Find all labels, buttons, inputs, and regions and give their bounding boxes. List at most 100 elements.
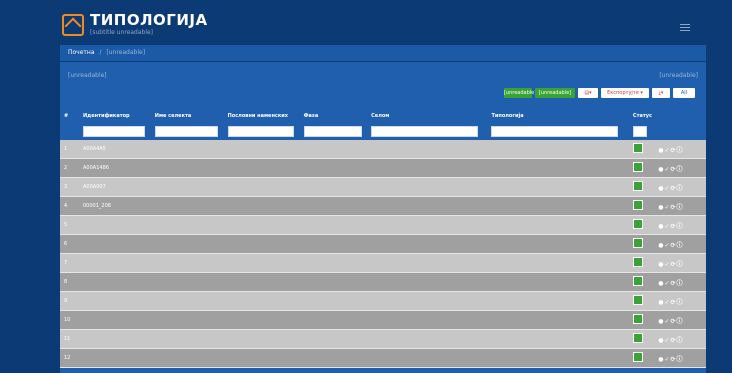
cell-name <box>150 196 224 216</box>
cell-typology <box>487 234 629 254</box>
app-title: ТИПОЛОГИЈА <box>90 11 208 29</box>
logo-icon <box>62 14 84 36</box>
columns-toggle-button[interactable]: ▤▾ <box>578 88 598 98</box>
cell-owner <box>223 158 300 178</box>
record-count: [unreadable] <box>659 72 698 79</box>
status-icon <box>632 181 643 191</box>
table-row[interactable]: 12 ●✓⟳ⓘ <box>60 348 706 368</box>
row-actions[interactable]: ●✓⟳ⓘ <box>654 215 706 235</box>
filter-input-typology[interactable] <box>491 125 618 137</box>
cell-identifier <box>79 291 151 311</box>
column-header[interactable]: # <box>60 110 79 122</box>
status-icon <box>632 200 643 210</box>
filter-input-id[interactable] <box>83 125 146 137</box>
cell-identifier: A00A1486 <box>79 158 151 178</box>
row-actions[interactable]: ●✓⟳ⓘ <box>654 329 706 349</box>
table-row[interactable]: 9 ●✓⟳ⓘ <box>60 291 706 311</box>
status-cell <box>628 291 655 311</box>
row-number: 10 <box>60 310 79 330</box>
export-button[interactable]: Експортујте ▾ <box>601 88 649 98</box>
cell-owner <box>223 310 300 330</box>
filter-input-name[interactable] <box>154 125 219 137</box>
cell-typology <box>487 253 629 273</box>
cell-name <box>150 140 224 159</box>
cell-name <box>150 329 224 349</box>
filter-input-owner[interactable] <box>227 125 294 137</box>
row-actions[interactable]: ●✓⟳ⓘ <box>654 140 706 159</box>
breadcrumb-home[interactable]: Почетна <box>68 49 95 56</box>
row-actions[interactable]: ●✓⟳ⓘ <box>654 291 706 311</box>
cell-typology <box>487 348 629 368</box>
cell-phase <box>299 329 368 349</box>
row-actions[interactable]: ●✓⟳ⓘ <box>654 196 706 216</box>
cell-phase <box>299 177 368 197</box>
table-row[interactable]: 6 ●✓⟳ⓘ <box>60 234 706 254</box>
cell-phase <box>299 215 368 235</box>
cell-village <box>367 140 488 159</box>
table-row[interactable]: 8 ●✓⟳ⓘ <box>60 272 706 292</box>
table-row[interactable]: 7 ●✓⟳ⓘ <box>60 253 706 273</box>
table-row[interactable]: 1 A00A4A5 ●✓⟳ⓘ <box>60 140 706 159</box>
cell-phase <box>299 253 368 273</box>
cell-phase <box>299 140 368 159</box>
cell-village <box>367 158 488 178</box>
cell-typology <box>487 272 629 292</box>
filter-input-status[interactable] <box>632 125 647 137</box>
column-header[interactable]: Селом <box>367 110 488 122</box>
row-actions[interactable]: ●✓⟳ⓘ <box>654 310 706 330</box>
row-actions[interactable]: ●✓⟳ⓘ <box>654 234 706 254</box>
row-actions[interactable]: ●✓⟳ⓘ <box>654 158 706 178</box>
table-row[interactable]: 2 A00A1486 ●✓⟳ⓘ <box>60 158 706 178</box>
row-actions[interactable]: ●✓⟳ⓘ <box>654 348 706 368</box>
status-icon <box>632 143 643 153</box>
table-row[interactable]: 11 ●✓⟳ⓘ <box>60 329 706 349</box>
status-cell <box>628 310 655 330</box>
table-row[interactable]: 5 ●✓⟳ⓘ <box>60 215 706 235</box>
row-actions[interactable]: ●✓⟳ⓘ <box>654 272 706 292</box>
filter-input-village[interactable] <box>371 125 479 137</box>
row-number: 5 <box>60 215 79 235</box>
row-number: 6 <box>60 234 79 254</box>
breadcrumb: Почетна / [unreadable] <box>60 45 706 61</box>
toolbar-button-2[interactable]: [unreadable] <box>535 88 575 98</box>
cell-typology <box>487 196 629 216</box>
cell-identifier <box>79 348 151 368</box>
menu-icon[interactable] <box>680 24 690 31</box>
cell-owner <box>223 291 300 311</box>
download-button[interactable]: ⤓▾ <box>652 88 670 98</box>
table-row[interactable]: 4 00001_208 ●✓⟳ⓘ <box>60 196 706 216</box>
column-header[interactable]: Фаза <box>299 110 368 122</box>
cell-phase <box>299 272 368 292</box>
row-number: 7 <box>60 253 79 273</box>
cell-identifier <box>79 329 151 349</box>
cell-owner <box>223 234 300 254</box>
status-icon <box>632 219 643 229</box>
column-header[interactable]: Идентификатор <box>79 110 151 122</box>
row-number: 12 <box>60 348 79 368</box>
breadcrumb-separator: / <box>99 49 102 56</box>
cell-typology <box>487 140 629 159</box>
table-header-row: # Идентификатор Име селекта Пословни нам… <box>60 110 706 122</box>
show-all-button[interactable]: All <box>673 88 695 98</box>
cell-owner <box>223 253 300 273</box>
column-header[interactable]: Пословни наменских <box>223 110 300 122</box>
table-row[interactable]: 3 A00A007 ●✓⟳ⓘ <box>60 177 706 197</box>
row-actions[interactable]: ●✓⟳ⓘ <box>654 253 706 273</box>
table-row[interactable]: 10 ●✓⟳ⓘ <box>60 310 706 330</box>
toolbar-button-1[interactable]: [unreadable] <box>504 88 536 98</box>
status-icon <box>632 238 643 248</box>
cell-phase <box>299 158 368 178</box>
cell-phase <box>299 234 368 254</box>
filter-input-phase[interactable] <box>303 125 363 137</box>
row-number: 2 <box>60 158 79 178</box>
row-number: 11 <box>60 329 79 349</box>
row-actions[interactable]: ●✓⟳ⓘ <box>654 177 706 197</box>
column-header[interactable]: Типологија <box>487 110 629 122</box>
cell-identifier <box>79 253 151 273</box>
status-icon <box>632 352 643 362</box>
column-header[interactable]: Статус <box>628 110 655 122</box>
table-body: 1 A00A4A5 ●✓⟳ⓘ 2 A00A1486 ●✓⟳ⓘ 3 A00A007 ●✓⟳ⓘ 4 00… <box>60 140 706 368</box>
column-header[interactable]: Име селекта <box>150 110 224 122</box>
status-cell <box>628 329 655 349</box>
cell-name <box>150 234 224 254</box>
